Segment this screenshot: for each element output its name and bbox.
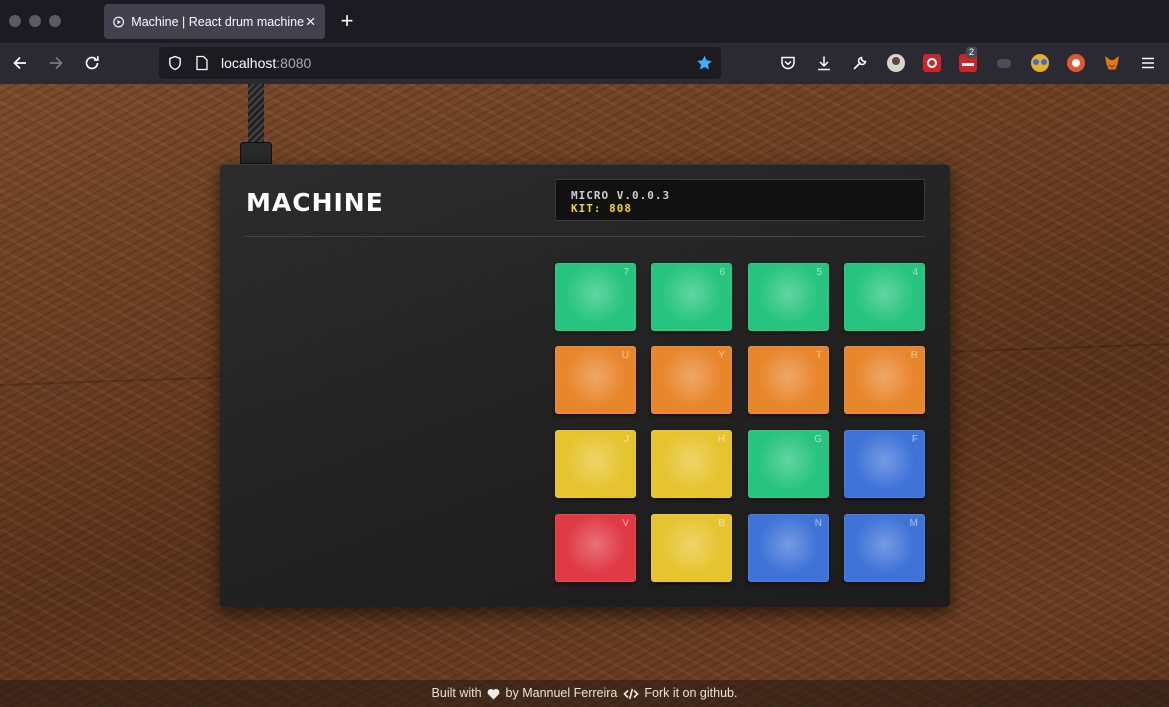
pad-key-label: T bbox=[815, 350, 822, 361]
pad-key-label: U bbox=[621, 350, 629, 361]
menu-icon[interactable] bbox=[1139, 54, 1157, 72]
drum-pad[interactable]: U bbox=[555, 346, 636, 414]
drum-pad[interactable]: 7 bbox=[555, 263, 636, 331]
pad-key-label: 5 bbox=[816, 267, 822, 278]
zoom-window-button[interactable] bbox=[49, 15, 61, 27]
extension-disabled-icon[interactable] bbox=[995, 54, 1013, 72]
page-viewport: MACHINE MICRO V.0.0.3 KIT: 808 7 6 5 4 U… bbox=[0, 84, 1169, 707]
page-footer: Built with by Mannuel Ferreira Fork it o… bbox=[0, 680, 1169, 707]
duckduckgo-icon[interactable] bbox=[1067, 54, 1085, 72]
title-bar: Machine | React drum machine × + bbox=[0, 0, 1169, 43]
drum-pad[interactable]: T bbox=[748, 346, 829, 414]
drum-pad[interactable]: R bbox=[844, 346, 925, 414]
page-icon[interactable] bbox=[195, 55, 209, 71]
drum-pad[interactable]: B bbox=[651, 514, 732, 582]
pad-key-label: J bbox=[624, 434, 629, 445]
drum-pad[interactable]: F bbox=[844, 430, 925, 498]
usb-plug bbox=[240, 142, 272, 164]
metamask-fox-icon[interactable] bbox=[1103, 54, 1121, 72]
navigation-toolbar: localhost:8080 2 bbox=[0, 43, 1169, 84]
shield-icon[interactable] bbox=[167, 55, 183, 71]
drum-pad[interactable]: J bbox=[555, 430, 636, 498]
drum-pad[interactable]: G bbox=[748, 430, 829, 498]
reload-button[interactable] bbox=[82, 53, 102, 73]
drum-machine: MACHINE MICRO V.0.0.3 KIT: 808 7 6 5 4 U… bbox=[220, 164, 950, 607]
heart-icon bbox=[487, 688, 500, 700]
pad-key-label: H bbox=[717, 434, 725, 445]
machine-logo: MACHINE bbox=[246, 188, 384, 217]
pad-key-label: M bbox=[909, 518, 918, 529]
download-icon[interactable] bbox=[815, 54, 833, 72]
url-host: localhost bbox=[221, 55, 277, 71]
usb-cable bbox=[248, 84, 264, 146]
tab-close-icon[interactable]: × bbox=[304, 13, 317, 30]
play-icon bbox=[113, 16, 125, 27]
wrench-icon[interactable] bbox=[851, 54, 869, 72]
drum-pad[interactable]: M bbox=[844, 514, 925, 582]
pad-key-label: N bbox=[814, 518, 822, 529]
pad-key-label: G bbox=[814, 434, 822, 445]
reload-icon bbox=[85, 56, 99, 70]
drum-pad[interactable]: 4 bbox=[844, 263, 925, 331]
extension-red-icon[interactable] bbox=[923, 54, 941, 72]
back-button[interactable] bbox=[10, 53, 30, 73]
pad-key-label: V bbox=[622, 518, 629, 529]
address-bar[interactable]: localhost:8080 bbox=[159, 47, 721, 79]
pocket-icon[interactable] bbox=[779, 54, 797, 72]
footer-built-with: Built with bbox=[431, 686, 482, 701]
drum-pad[interactable]: 5 bbox=[748, 263, 829, 331]
code-icon bbox=[623, 688, 639, 699]
profile-avatar-icon[interactable] bbox=[887, 54, 905, 72]
lcd-kit: KIT: 808 bbox=[571, 202, 632, 215]
device-divider bbox=[245, 236, 925, 237]
pad-key-label: F bbox=[911, 434, 918, 445]
drum-pad[interactable]: N bbox=[748, 514, 829, 582]
lcd-version: MICRO V.0.0.3 bbox=[571, 189, 671, 202]
pad-key-label: 7 bbox=[623, 267, 629, 278]
footer-author: by Mannuel Ferreira bbox=[505, 686, 618, 701]
fork-github-link[interactable]: Fork it on github. bbox=[644, 686, 737, 700]
extension-eyes-icon[interactable] bbox=[1031, 54, 1049, 72]
lcd-display: MICRO V.0.0.3 KIT: 808 bbox=[555, 179, 925, 221]
drum-pad[interactable]: Y bbox=[651, 346, 732, 414]
pad-grid: 7 6 5 4 U Y T R J H G F V B N M bbox=[555, 263, 925, 582]
pad-key-label: R bbox=[910, 350, 918, 361]
close-window-button[interactable] bbox=[9, 15, 21, 27]
minimize-window-button[interactable] bbox=[29, 15, 41, 27]
new-tab-button[interactable]: + bbox=[337, 9, 357, 33]
tab-title: Machine | React drum machine bbox=[131, 14, 305, 29]
pad-key-label: 6 bbox=[719, 267, 725, 278]
pad-key-label: 4 bbox=[912, 267, 918, 278]
pad-key-label: B bbox=[718, 518, 725, 529]
url-port: :8080 bbox=[276, 55, 312, 71]
back-icon bbox=[13, 56, 26, 70]
url-text[interactable]: localhost:8080 bbox=[221, 55, 311, 71]
drum-pad[interactable]: 6 bbox=[651, 263, 732, 331]
forward-button[interactable] bbox=[46, 53, 66, 73]
extension-badge-count: 2 bbox=[966, 47, 978, 58]
drum-pad[interactable]: V bbox=[555, 514, 636, 582]
drum-pad[interactable]: H bbox=[651, 430, 732, 498]
browser-tab[interactable]: Machine | React drum machine × bbox=[104, 4, 325, 39]
forward-icon bbox=[50, 56, 63, 70]
pad-key-label: Y bbox=[718, 350, 725, 361]
extension-badge-icon[interactable]: 2 bbox=[959, 47, 978, 72]
star-icon[interactable] bbox=[696, 55, 713, 71]
